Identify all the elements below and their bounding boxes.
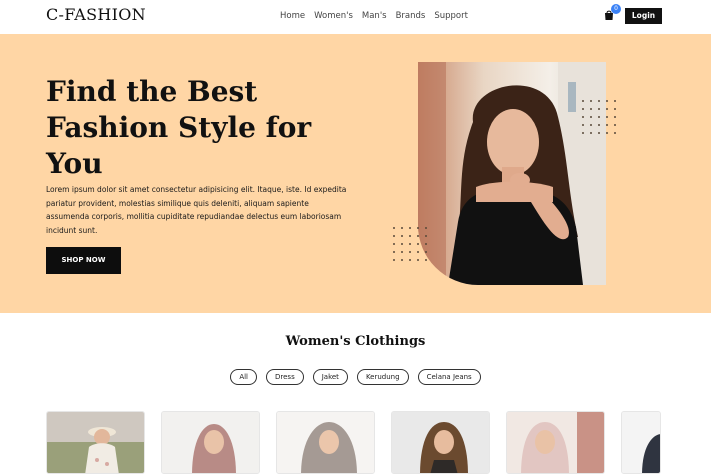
product-image [392,412,489,473]
product-image [507,412,604,473]
product-image [47,412,144,473]
brand-logo[interactable]: C-FASHION [46,5,146,24]
product-card[interactable] [391,411,490,474]
filter-all[interactable]: All [230,369,257,385]
shop-now-button[interactable]: SHOP NOW [46,247,121,274]
login-button[interactable]: Login [625,8,662,24]
nav-home[interactable]: Home [280,11,305,21]
product-card[interactable] [506,411,605,474]
product-image [622,412,660,473]
nav-brands[interactable]: Brands [396,11,426,21]
filter-kerudung[interactable]: Kerudung [356,369,409,385]
filter-jaket[interactable]: Jaket [312,369,348,385]
product-card[interactable] [46,411,145,474]
hero-description: Lorem ipsum dolor sit amet consectetur a… [46,185,347,235]
nav-mans[interactable]: Man's [362,11,387,21]
filter-dress[interactable]: Dress [266,369,304,385]
hero-title: Find the Best Fashion Style for You [46,75,312,180]
nav-support[interactable]: Support [434,11,468,21]
category-filters: All Dress Jaket Kerudung Celana Jeans [0,369,711,385]
filter-celana-jeans[interactable]: Celana Jeans [417,369,481,385]
hero-banner: Find the Best Fashion Style for You Lore… [0,34,711,313]
product-image [162,412,259,473]
section-title: Women's Clothings [285,334,426,349]
main-nav: Home Women's Man's Brands Support [280,11,468,21]
hero-model-image [418,62,606,285]
product-card[interactable] [276,411,375,474]
site-header: C-FASHION Home Women's Man's Brands Supp… [0,0,711,33]
nav-womens[interactable]: Women's [314,11,353,21]
product-image [277,412,374,473]
cart-count-badge: 0 [611,4,621,14]
product-card[interactable] [621,411,661,474]
product-card[interactable] [161,411,260,474]
